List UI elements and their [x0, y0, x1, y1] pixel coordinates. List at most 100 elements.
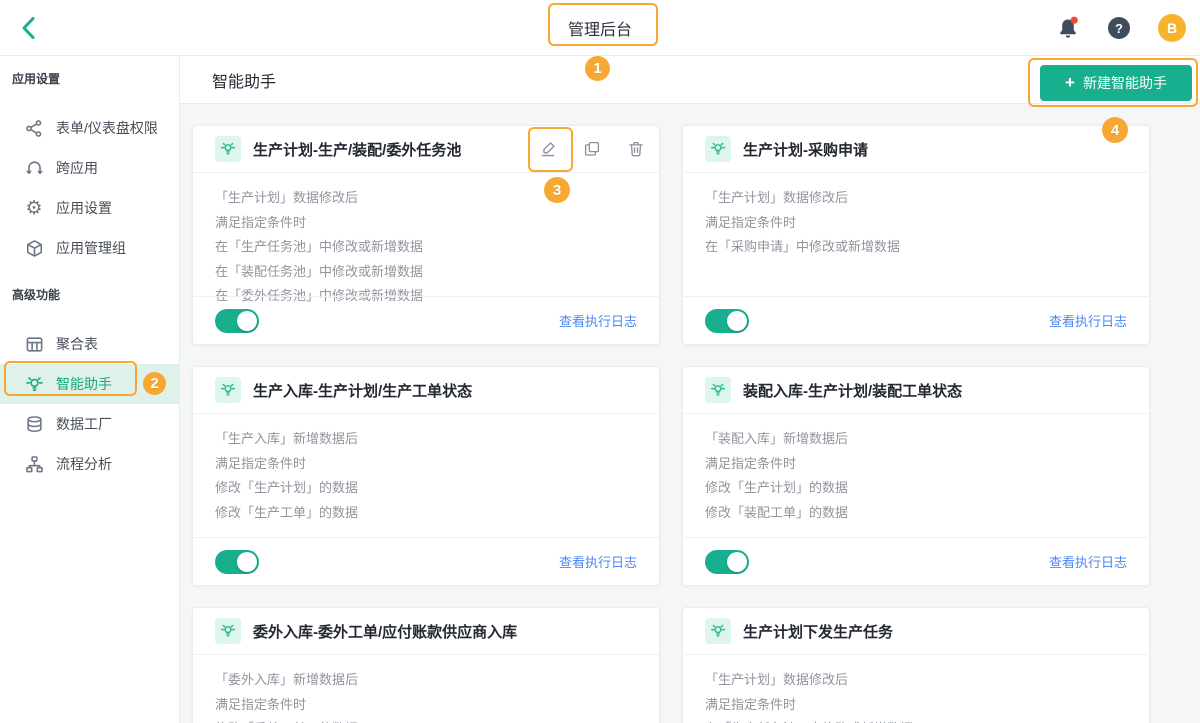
rule-line: 在「生产任务池」中修改或新增数据 [215, 239, 424, 254]
cross-app-icon [24, 158, 44, 178]
assistant-card-grid: 生产计划-生产/装配/委外任务池 「生产计划」数据修改后 满足指定条件时 在「生… [180, 104, 1200, 723]
card-description: 「生产计划」数据修改后 满足指定条件时 在「生产任务池」中修改或新增数据 [683, 655, 1149, 723]
sidebar-item-smart-assistant[interactable]: 智能助手 [0, 364, 179, 404]
rule-line: 在「生产任务池」中修改或新增数据 [705, 717, 1127, 723]
card-footer: 查看执行日志 [683, 296, 1149, 344]
card-title: 委外入库-委外工单/应付账款供应商入库 [253, 623, 518, 641]
rule-line: 「生产计划」数据修改后 [705, 672, 849, 687]
card-title: 生产计划-采购申请 [743, 141, 868, 159]
bulb-icon [705, 136, 731, 162]
enable-toggle[interactable] [705, 308, 749, 333]
main-title: 智能助手 [212, 74, 277, 91]
rule-line: 在「采购申请」中修改或新增数据 [705, 239, 901, 254]
card-description: 「生产入库」新增数据后 满足指定条件时 修改「生产计划」的数据 修改「生产工单」… [193, 414, 659, 525]
rule-line: 修改「生产工单」的数据 [215, 504, 359, 520]
card-header: 生产计划下发生产任务 [683, 608, 1149, 655]
rule-line: 「生产入库」新增数据后 [215, 431, 359, 446]
new-assistant-button[interactable]: + 新建智能助手 [1040, 65, 1192, 101]
sidebar-item-label: 智能助手 [56, 376, 112, 392]
card-footer: 查看执行日志 [683, 537, 1149, 585]
rule-line: 满足指定条件时 [705, 696, 797, 712]
enable-toggle[interactable] [705, 549, 749, 574]
edit-icon[interactable] [539, 140, 557, 158]
rule-line: 「委外入库」新增数据后 [215, 672, 359, 687]
notifications-button[interactable] [1056, 15, 1080, 41]
bulb-icon [215, 618, 241, 644]
database-icon [24, 414, 44, 434]
enable-toggle[interactable] [215, 308, 259, 333]
sidebar-section-app-settings: 应用设置 [12, 72, 61, 86]
card-title: 生产入库-生产计划/生产工单状态 [253, 382, 473, 400]
assistant-card: 委外入库-委外工单/应付账款供应商入库 「委外入库」新增数据后 满足指定条件时 … [192, 607, 660, 723]
sidebar-item-label: 数据工厂 [56, 416, 112, 432]
assistant-card: 生产计划-采购申请 「生产计划」数据修改后 满足指定条件时 在「采购申请」中修改… [682, 125, 1150, 345]
rule-line: 满足指定条件时 [705, 214, 797, 230]
rule-line: 在「装配任务池」中修改或新增数据 [215, 263, 424, 279]
notification-dot [1070, 16, 1078, 24]
bulb-icon [215, 377, 241, 403]
rule-line: 满足指定条件时 [215, 696, 307, 712]
bell-icon [1060, 16, 1078, 38]
card-header: 装配入库-生产计划/装配工单状态 [683, 367, 1149, 414]
rule-line: 「生产计划」数据修改后 [215, 190, 359, 205]
rule-line: 修改「生产计划」的数据 [705, 480, 849, 495]
rule-line: 满足指定条件时 [215, 455, 307, 471]
topbar: 管理后台 ? B [0, 0, 1200, 56]
rule-line: 修改「装配工单」的数据 [705, 504, 849, 520]
card-header: 生产入库-生产计划/生产工单状态 [193, 367, 659, 414]
sidebar: 应用设置 表单/仪表盘权限 跨应用 ⚙ 应用设置 应用管理组 高级功能 聚合表 … [0, 56, 180, 723]
bulb-icon [705, 618, 731, 644]
sidebar-item-form-dashboard-permissions[interactable]: 表单/仪表盘权限 [0, 108, 179, 148]
rule-line: 满足指定条件时 [215, 214, 307, 230]
sidebar-section-advanced: 高级功能 [12, 288, 61, 302]
main-content: 智能助手 + 新建智能助手 生产计划-生产/装配/委外任务池 「生产计划」数据修… [180, 56, 1200, 723]
card-header: 委外入库-委外工单/应付账款供应商入库 [193, 608, 659, 655]
sidebar-item-aggregate-table[interactable]: 聚合表 [0, 324, 179, 364]
sidebar-item-cross-app[interactable]: 跨应用 [0, 148, 179, 188]
sidebar-item-label: 应用设置 [56, 200, 112, 216]
sidebar-item-process-analysis[interactable]: 流程分析 [0, 444, 179, 484]
sidebar-item-label: 流程分析 [56, 456, 112, 472]
share-icon [24, 118, 44, 138]
main-header: 智能助手 + 新建智能助手 [180, 56, 1200, 104]
page-title: 管理后台 [567, 22, 632, 39]
delete-icon[interactable] [627, 140, 645, 158]
card-header: 生产计划-生产/装配/委外任务池 [193, 126, 659, 173]
sidebar-item-app-management-group[interactable]: 应用管理组 [0, 228, 179, 268]
view-log-link[interactable]: 查看执行日志 [1049, 311, 1127, 330]
assistant-card: 生产计划下发生产任务 「生产计划」数据修改后 满足指定条件时 在「生产任务池」中… [682, 607, 1150, 723]
view-log-link[interactable]: 查看执行日志 [1049, 552, 1127, 571]
help-button[interactable]: ? [1108, 17, 1130, 39]
card-footer: 查看执行日志 [193, 537, 659, 585]
assistant-card: 装配入库-生产计划/装配工单状态 「装配入库」新增数据后 满足指定条件时 修改「… [682, 366, 1150, 586]
card-title: 装配入库-生产计划/装配工单状态 [743, 382, 963, 400]
bulb-icon [215, 136, 241, 162]
rule-line: 修改「委外工单」的数据 [215, 717, 637, 723]
grid-table-icon [24, 334, 44, 354]
plus-icon: + [1065, 73, 1075, 92]
bulb-icon [705, 377, 731, 403]
sidebar-item-label: 表单/仪表盘权限 [56, 120, 158, 136]
rule-line: 「装配入库」新增数据后 [705, 431, 849, 446]
assistant-card: 生产计划-生产/装配/委外任务池 「生产计划」数据修改后 满足指定条件时 在「生… [192, 125, 660, 345]
copy-icon[interactable] [583, 140, 601, 158]
card-title: 生产计划下发生产任务 [743, 623, 894, 641]
card-description: 「生产计划」数据修改后 满足指定条件时 在「生产任务池」中修改或新增数据 在「装… [193, 173, 659, 309]
sidebar-item-label: 应用管理组 [56, 240, 126, 256]
assistant-card: 生产入库-生产计划/生产工单状态 「生产入库」新增数据后 满足指定条件时 修改「… [192, 366, 660, 586]
view-log-link[interactable]: 查看执行日志 [559, 311, 637, 330]
avatar[interactable]: B [1158, 14, 1186, 42]
card-header: 生产计划-采购申请 [683, 126, 1149, 173]
view-log-link[interactable]: 查看执行日志 [559, 552, 637, 571]
sidebar-item-app-settings[interactable]: ⚙ 应用设置 [0, 188, 179, 228]
card-description: 「装配入库」新增数据后 满足指定条件时 修改「生产计划」的数据 修改「装配工单」… [683, 414, 1149, 525]
sidebar-item-label: 跨应用 [56, 160, 98, 176]
bulb-icon [24, 374, 44, 394]
card-footer: 查看执行日志 [193, 296, 659, 344]
flow-icon [24, 454, 44, 474]
enable-toggle[interactable] [215, 549, 259, 574]
card-description: 「生产计划」数据修改后 满足指定条件时 在「采购申请」中修改或新增数据 [683, 173, 1149, 260]
card-title: 生产计划-生产/装配/委外任务池 [253, 141, 462, 159]
rule-line: 修改「生产计划」的数据 [215, 480, 359, 495]
sidebar-item-data-factory[interactable]: 数据工厂 [0, 404, 179, 444]
